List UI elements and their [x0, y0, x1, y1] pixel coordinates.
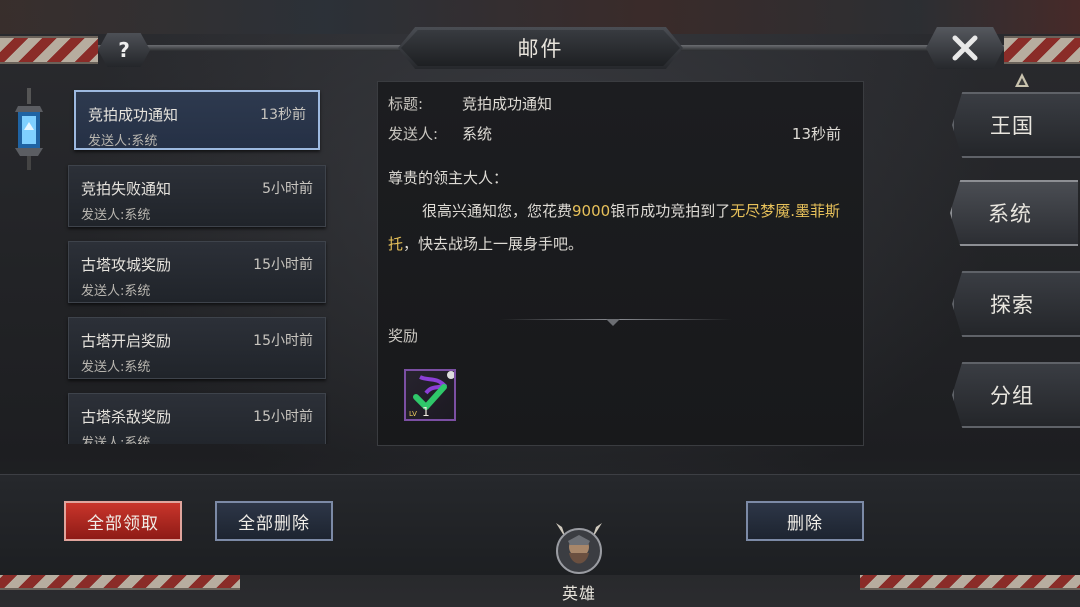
mail-body: 尊贵的领主大人： 很高兴通知您，您花费9000银币成功竞拍到了无尽梦魇.墨菲斯托… — [388, 162, 848, 261]
mail-subject: 竞拍成功通知 — [88, 106, 179, 124]
delete-all-button[interactable]: 全部删除 — [215, 501, 333, 541]
title-label: 标题: — [388, 95, 424, 113]
mail-sender: 发送人:系统 — [81, 208, 151, 223]
mail-subject: 古塔杀敌奖励 — [81, 408, 172, 426]
mail-sender: 发送人:系统 — [81, 360, 151, 375]
claim-all-button[interactable]: 全部领取 — [64, 501, 182, 541]
tab-label: 分组 — [990, 384, 1034, 408]
tab-label: 系统 — [988, 202, 1032, 226]
mail-time: 15小时前 — [253, 409, 313, 425]
body-text-3: ，快去战场上一展身手吧。 — [403, 235, 584, 253]
sender-value: 系统 — [462, 125, 493, 143]
tab-explore[interactable]: 探索 — [952, 271, 1080, 337]
mail-detail-panel: 标题: 竞拍成功通知 发送人: 系统 13秒前 尊贵的领主大人： 很高兴通知您，… — [377, 81, 864, 446]
lantern-icon — [15, 88, 43, 170]
tab-group[interactable]: 分组 — [952, 362, 1080, 428]
mail-item[interactable]: 古塔杀敌奖励 15小时前 发送人:系统 — [68, 393, 326, 444]
scroll-up-icon[interactable] — [1014, 72, 1030, 88]
reward-level: 1 — [422, 405, 430, 419]
title-plate: 邮件 — [398, 27, 683, 69]
sender-label: 发送人: — [388, 125, 439, 143]
banner-top-right — [1004, 36, 1080, 64]
body-text-1: 很高兴通知您，您花费 — [422, 202, 573, 220]
mail-time: 15小时前 — [253, 333, 313, 349]
mail-time: 15小时前 — [253, 257, 313, 273]
title-value: 竞拍成功通知 — [462, 95, 553, 113]
mail-sender: 发送人:系统 — [81, 284, 151, 299]
delete-button[interactable]: 删除 — [746, 501, 864, 541]
mail-list[interactable]: 竞拍成功通知 13秒前 发送人:系统 竞拍失败通知 5小时前 发送人:系统 古塔… — [62, 84, 334, 444]
close-button[interactable] — [926, 27, 1004, 69]
tab-label: 探索 — [990, 293, 1034, 317]
mail-subject: 竞拍失败通知 — [81, 180, 172, 198]
detail-time: 13秒前 — [791, 125, 841, 143]
mail-sender: 发送人:系统 — [81, 436, 151, 444]
help-icon: ? — [118, 38, 130, 62]
help-button[interactable]: ? — [98, 33, 150, 67]
mail-sender: 发送人:系统 — [88, 134, 158, 149]
tab-system[interactable]: 系统 — [950, 180, 1078, 246]
mail-subject: 古塔开启奖励 — [81, 332, 172, 350]
mail-time: 5小时前 — [262, 181, 313, 197]
hero-label: 英雄 — [561, 584, 596, 603]
body-amount: 9000 — [572, 202, 611, 220]
page-title: 邮件 — [517, 37, 564, 61]
banner-top-left — [0, 36, 98, 64]
mail-item[interactable]: 古塔开启奖励 15小时前 发送人:系统 — [68, 317, 326, 379]
divider-ornament — [606, 319, 620, 326]
mail-item[interactable]: 古塔攻城奖励 15小时前 发送人:系统 — [68, 241, 326, 303]
body-paragraph: 很高兴通知您，您花费9000银币成功竞拍到了无尽梦魇.墨菲斯托，快去战场上一展身… — [388, 195, 848, 261]
tab-label: 王国 — [990, 114, 1034, 138]
hero-avatar-icon[interactable] — [548, 517, 610, 579]
tab-kingdom[interactable]: 王国 — [952, 92, 1080, 158]
level-prefix-icon: LV — [409, 410, 417, 418]
mail-time: 13秒前 — [260, 107, 306, 123]
greeting: 尊贵的领主大人： — [388, 169, 509, 187]
reward-label: 奖励 — [388, 327, 419, 345]
close-icon — [952, 35, 978, 61]
mail-item[interactable]: 竞拍失败通知 5小时前 发送人:系统 — [68, 165, 326, 227]
mail-item[interactable]: 竞拍成功通知 13秒前 发送人:系统 — [74, 90, 320, 150]
body-text-2: 银币成功竞拍到了 — [610, 202, 731, 220]
mail-subject: 古塔攻城奖励 — [81, 256, 172, 274]
reward-item-slot[interactable]: LV 1 — [404, 369, 456, 421]
